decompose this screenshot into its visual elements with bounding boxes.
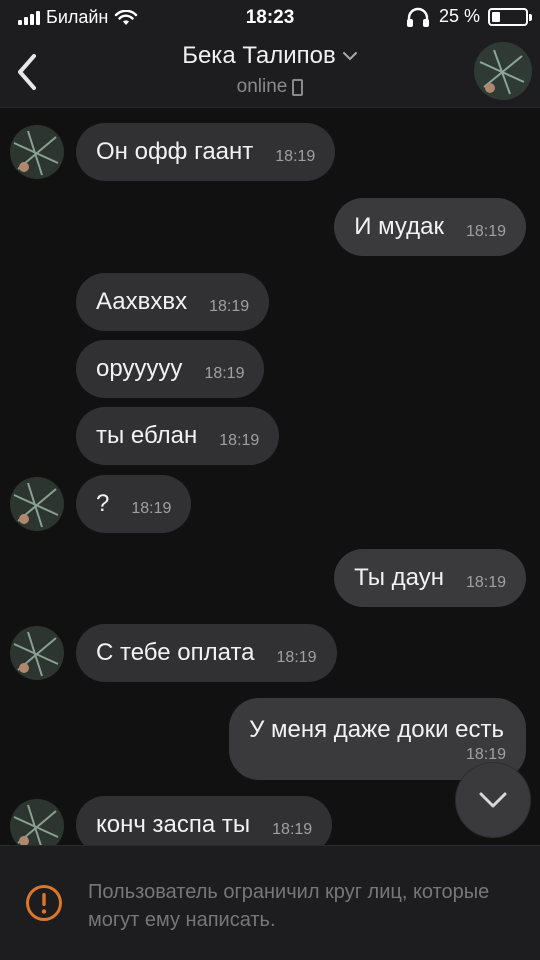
message-text: И мудак xyxy=(354,213,444,240)
message-time: 18:19 xyxy=(465,574,506,591)
message-text: ты еблан xyxy=(96,422,198,449)
avatar[interactable] xyxy=(10,477,64,531)
message-bubble[interactable]: Аахвхвх 18:19 xyxy=(76,273,270,331)
message-bubble[interactable]: Ты даун 18:19 xyxy=(334,549,526,607)
message-text: оруууyy xyxy=(96,355,183,382)
message-time: 18:19 xyxy=(276,649,317,666)
message-text: Аахвхвх xyxy=(96,288,188,315)
warning-circle-icon xyxy=(26,885,62,921)
chevron-down-icon xyxy=(479,792,507,808)
status-bar: Билайн 18:23 25 % xyxy=(0,0,540,36)
avatar[interactable] xyxy=(10,626,64,680)
avatar[interactable] xyxy=(10,125,64,179)
avatar[interactable] xyxy=(10,799,64,845)
composer-restriction-bar: Пользователь ограничил круг лиц, которые… xyxy=(0,845,540,960)
scroll-down-button[interactable] xyxy=(456,763,530,837)
chevron-down-icon xyxy=(342,52,357,61)
battery-percent: 25 % xyxy=(438,6,480,26)
message-list[interactable]: Он офф гаант 18:19 И мудак 18:19 Аахвхвх… xyxy=(0,109,540,845)
message-text: Ты даун xyxy=(354,564,444,591)
message-time: 18:19 xyxy=(204,365,245,382)
restriction-notice: Пользователь ограничил круг лиц, которые… xyxy=(88,881,490,931)
chat-header: Бека Талипов online xyxy=(0,36,540,108)
message-time: 18:19 xyxy=(219,432,260,449)
status-right: 25 % xyxy=(405,6,532,27)
message-time: 18:19 xyxy=(465,223,506,240)
contact-name: Бека Талипов xyxy=(182,42,336,69)
message-time: 18:19 xyxy=(131,500,172,517)
message-bubble[interactable]: ты еблан 18:19 xyxy=(76,407,280,465)
header-avatar[interactable] xyxy=(474,42,532,100)
message-bubble[interactable]: конч заспа ты 18:19 xyxy=(76,796,333,845)
message-text: ? xyxy=(96,490,110,517)
message-time: 18:19 xyxy=(275,148,316,165)
message-bubble[interactable]: И мудак 18:19 xyxy=(334,198,526,256)
message-bubble[interactable]: ? 18:19 xyxy=(76,475,192,533)
message-text: У меня даже доки есть xyxy=(249,716,504,743)
title-block[interactable]: Бека Талипов online xyxy=(0,42,540,98)
message-time: 18:19 xyxy=(209,298,250,315)
presence-status: online xyxy=(236,76,288,97)
message-time: 18:19 xyxy=(272,821,313,838)
battery-icon xyxy=(488,7,532,26)
message-text: Он офф гаант xyxy=(96,138,254,165)
headphones-icon xyxy=(406,7,429,27)
message-text: конч заспа ты xyxy=(96,811,251,838)
message-bubble[interactable]: С тебе оплата 18:19 xyxy=(76,624,337,682)
message-bubble[interactable]: оруууyy 18:19 xyxy=(76,340,265,398)
mobile-device-icon xyxy=(292,78,304,96)
message-bubble[interactable]: Он офф гаант 18:19 xyxy=(76,123,336,181)
message-text: С тебе оплата xyxy=(96,639,255,666)
message-time: 18:19 xyxy=(465,746,506,763)
